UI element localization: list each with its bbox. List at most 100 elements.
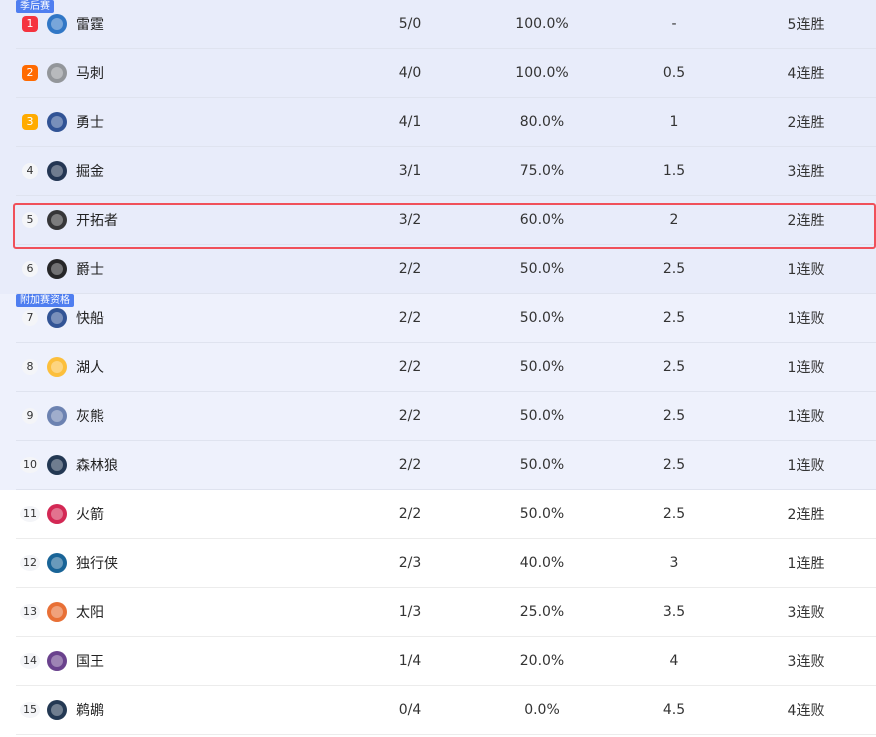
rank-badge: 12 — [20, 555, 40, 571]
streak: 1连败 — [787, 262, 825, 278]
team-row[interactable]: 7 快船 2/2 50.0% 2.5 1连败 — [16, 294, 876, 343]
team-row[interactable]: 2 马刺 4/0 100.0% 0.5 4连胜 — [16, 49, 876, 98]
team-name[interactable]: 马刺 — [76, 63, 376, 83]
rank-badge: 11 — [20, 506, 40, 522]
rank-badge: 1 — [22, 16, 38, 32]
team-name[interactable]: 国王 — [76, 651, 376, 671]
games-behind: 4 — [669, 653, 679, 669]
team-name[interactable]: 勇士 — [76, 112, 376, 132]
nuggets-logo — [46, 160, 68, 182]
win-pct: 50.0% — [519, 506, 565, 522]
team-name[interactable]: 火箭 — [76, 504, 376, 524]
games-behind: 2.5 — [662, 261, 686, 277]
streak: 2连胜 — [787, 507, 825, 523]
win-pct: 20.0% — [519, 653, 565, 669]
win-pct: 50.0% — [519, 261, 565, 277]
win-pct: 100.0% — [515, 65, 569, 81]
team-row[interactable]: 13 太阳 1/3 25.0% 3.5 3连败 — [16, 588, 876, 637]
team-name[interactable]: 太阳 — [76, 602, 376, 622]
blazers-logo — [46, 209, 68, 231]
spurs-logo — [46, 62, 68, 84]
games-behind: 2.5 — [662, 457, 686, 473]
section-playoff: 季后赛 1 雷霆 5/0 100.0% - 5连胜 2 马刺 4/0 100.0% 0.5 4连胜 3 勇… — [0, 0, 876, 294]
win-pct: 60.0% — [519, 212, 565, 228]
streak: 3连败 — [787, 654, 825, 670]
rank-badge: 7 — [22, 310, 38, 326]
suns-logo — [46, 601, 68, 623]
win-loss: 3/2 — [398, 212, 422, 228]
clippers-logo — [46, 307, 68, 329]
team-name[interactable]: 独行侠 — [76, 553, 376, 573]
section-tag-playoff: 季后赛 — [16, 0, 54, 13]
games-behind: 1.5 — [662, 163, 686, 179]
team-row[interactable]: 8 湖人 2/2 50.0% 2.5 1连败 — [16, 343, 876, 392]
team-row[interactable]: 12 独行侠 2/3 40.0% 3 1连胜 — [16, 539, 876, 588]
win-loss: 2/2 — [398, 457, 422, 473]
win-pct: 80.0% — [519, 114, 565, 130]
win-loss: 2/2 — [398, 506, 422, 522]
team-name[interactable]: 湖人 — [76, 357, 376, 377]
team-row[interactable]: 3 勇士 4/1 80.0% 1 2连胜 — [16, 98, 876, 147]
win-loss: 2/2 — [398, 310, 422, 326]
team-name[interactable]: 森林狼 — [76, 455, 376, 475]
streak: 3连胜 — [787, 164, 825, 180]
win-loss: 1/4 — [398, 653, 422, 669]
team-name[interactable]: 灰熊 — [76, 406, 376, 426]
team-row[interactable]: 15 鹈鹕 0/4 0.0% 4.5 4连败 — [16, 686, 876, 735]
team-name[interactable]: 开拓者 — [76, 210, 376, 230]
streak: 4连败 — [787, 703, 825, 719]
team-row[interactable]: 6 爵士 2/2 50.0% 2.5 1连败 — [16, 245, 876, 294]
team-row[interactable]: 9 灰熊 2/2 50.0% 2.5 1连败 — [16, 392, 876, 441]
win-pct: 40.0% — [519, 555, 565, 571]
streak: 3连败 — [787, 605, 825, 621]
mavericks-logo — [46, 552, 68, 574]
rank-badge: 9 — [22, 408, 38, 424]
kings-logo — [46, 650, 68, 672]
games-behind: - — [671, 16, 677, 32]
streak: 1连败 — [787, 458, 825, 474]
rank-badge: 10 — [20, 457, 40, 473]
rank-badge: 5 — [22, 212, 38, 228]
grizzlies-logo — [46, 405, 68, 427]
win-loss: 2/2 — [398, 261, 422, 277]
games-behind: 3 — [669, 555, 679, 571]
standings-table: 季后赛 1 雷霆 5/0 100.0% -5连胜 2 马刺 4/0 100.0% 0.5 4连胜 3 勇… — [0, 0, 876, 735]
win-pct: 50.0% — [519, 457, 565, 473]
games-behind: 0.5 — [662, 65, 686, 81]
team-row[interactable]: 14 国王 1/4 20.0% 4 3连败 — [16, 637, 876, 686]
streak: 4连胜 — [787, 66, 825, 82]
lakers-logo — [46, 356, 68, 378]
team-row[interactable]: 4 掘金 3/1 75.0% 1.5 3连胜 — [16, 147, 876, 196]
team-name[interactable]: 快船 — [76, 308, 376, 328]
streak: 2连胜 — [787, 115, 825, 131]
games-behind: 2.5 — [662, 359, 686, 375]
streak: 1连败 — [787, 311, 825, 327]
section-playin: 附加赛资格 7 快船 2/2 50.0% 2.5 1连败 8 湖人 2/2 50.0% 2.5 1连败… — [0, 294, 876, 490]
team-row[interactable]: 5 开拓者 3/2 60.0% 2 2连胜 — [16, 196, 876, 245]
win-loss: 5/0 — [398, 16, 422, 32]
team-name[interactable]: 爵士 — [76, 259, 376, 279]
jazz-logo — [46, 258, 68, 280]
win-loss: 2/2 — [398, 359, 422, 375]
team-name[interactable]: 掘金 — [76, 161, 376, 181]
win-loss: 3/1 — [398, 163, 422, 179]
win-pct: 0.0% — [524, 702, 560, 718]
team-name[interactable]: 鹈鹕 — [76, 700, 376, 720]
streak: 2连胜 — [787, 213, 825, 229]
games-behind: 2 — [669, 212, 679, 228]
team-row[interactable]: 10 森林狼 2/2 50.0% 2.5 1连败 — [16, 441, 876, 490]
rockets-logo — [46, 503, 68, 525]
win-loss: 4/1 — [398, 114, 422, 130]
rank-badge: 3 — [22, 114, 38, 130]
team-row[interactable]: 1 雷霆 5/0 100.0% - 5连胜 — [16, 0, 876, 49]
games-behind: 4.5 — [662, 702, 686, 718]
games-behind: 2.5 — [662, 506, 686, 522]
win-loss: 1/3 — [398, 604, 422, 620]
games-behind: 2.5 — [662, 310, 686, 326]
win-pct: 50.0% — [519, 310, 565, 326]
rank-badge: 15 — [20, 702, 40, 718]
win-loss: 2/3 — [398, 555, 422, 571]
team-row[interactable]: 11 火箭 2/2 50.0% 2.5 2连胜 — [16, 490, 876, 539]
pelicans-logo — [46, 699, 68, 721]
team-name[interactable]: 雷霆 — [76, 14, 376, 34]
